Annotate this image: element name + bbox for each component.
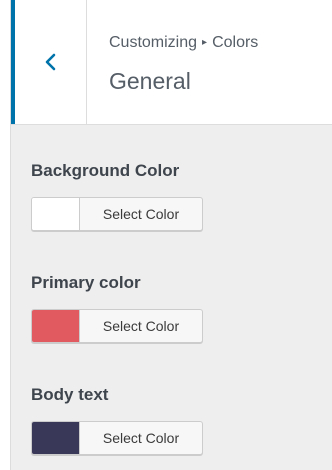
background-color-label: Background Color	[31, 161, 180, 180]
primary-color-select-button[interactable]: Select Color	[80, 310, 202, 342]
customizer-panel: Customizing ▸ Colors General Background Co…	[10, 0, 332, 470]
breadcrumb-separator: ▸	[202, 37, 208, 48]
primary-color-label: Primary color	[31, 273, 141, 292]
breadcrumb-root: Customizing	[109, 34, 198, 51]
background-color-swatch	[32, 198, 80, 230]
customizer-header: Customizing ▸ Colors General	[11, 0, 332, 125]
primary-color-swatch	[32, 310, 80, 342]
primary-color-control: Primary color Select Color	[31, 273, 203, 343]
body-text-swatch	[32, 422, 80, 454]
body-text-select-button[interactable]: Select Color	[80, 422, 202, 454]
back-button[interactable]	[11, 0, 87, 124]
background-color-picker[interactable]: Select Color	[31, 197, 203, 231]
body-text-label: Body text	[31, 385, 109, 404]
background-color-control: Background Color Select Color	[31, 161, 203, 231]
breadcrumb-current: Colors	[212, 34, 259, 51]
section-title: General	[109, 68, 191, 94]
breadcrumb: Customizing ▸ Colors	[109, 33, 258, 55]
background-color-select-button[interactable]: Select Color	[80, 198, 202, 230]
body-text-control: Body text Select Color	[31, 385, 203, 455]
body-text-color-picker[interactable]: Select Color	[31, 421, 203, 455]
primary-color-picker[interactable]: Select Color	[31, 309, 203, 343]
chevron-left-icon	[43, 53, 59, 71]
header-titles: Customizing ▸ Colors General	[109, 33, 258, 95]
